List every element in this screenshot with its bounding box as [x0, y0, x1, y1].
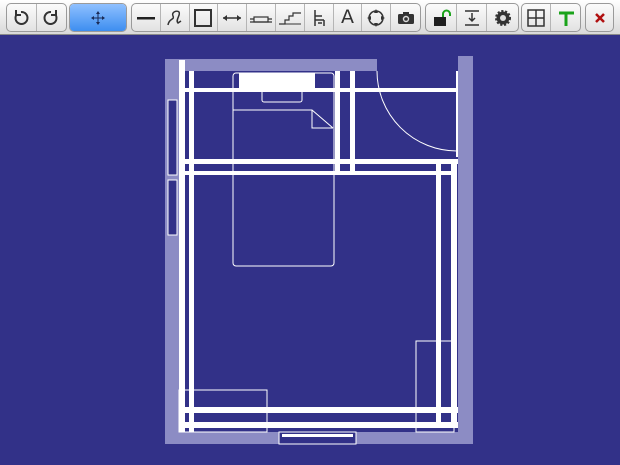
bottom-door-opening[interactable] [278, 431, 357, 445]
furniture-outlines[interactable] [178, 340, 455, 433]
bed[interactable] [232, 72, 335, 267]
left-wall-windows[interactable] [167, 99, 178, 236]
exterior-walls[interactable] [165, 56, 473, 444]
floor-plan-canvas[interactable] [0, 0, 620, 465]
